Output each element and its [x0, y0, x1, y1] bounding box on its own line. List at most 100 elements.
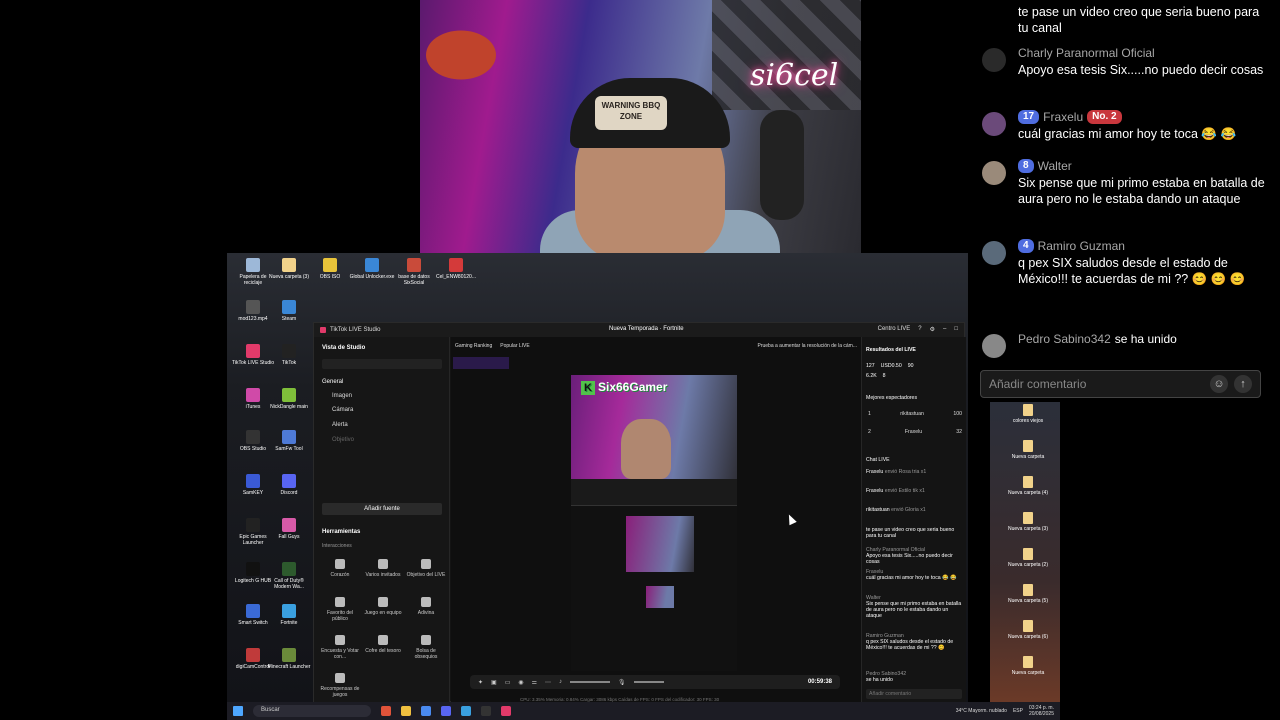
gaming-ranking-chip[interactable]: Gaming Ranking [455, 343, 492, 349]
studio-view-dropdown[interactable]: Vista de Studio [322, 345, 365, 351]
source-image[interactable]: Imagen [332, 393, 352, 399]
tool-item[interactable]: Bolsa de obsequios [406, 635, 446, 660]
desktop-icon[interactable]: Fall Guys [266, 518, 312, 540]
studio-comment-input[interactable]: Añadir comentario [866, 689, 962, 699]
avatar[interactable] [982, 48, 1006, 72]
promo-banner[interactable] [453, 357, 509, 369]
desktop-icon[interactable]: colores viejos [1000, 404, 1056, 424]
volume-icon[interactable]: ♪ [559, 679, 562, 685]
avatar[interactable] [982, 161, 1006, 185]
mic-icon[interactable]: 🎙 [618, 679, 626, 686]
desktop-icon[interactable]: Global Unlocker.exe [349, 258, 395, 280]
cap-badge-text: WARNING BBQ ZONE [595, 96, 667, 130]
desktop-icon[interactable]: Nueva carpeta [1000, 440, 1056, 460]
taskbar-search[interactable]: Buscar [253, 705, 371, 717]
desktop-icon[interactable]: Nueva carpeta (3) [266, 258, 312, 280]
resolution-hint[interactable]: Prueba a aumentar la resolución de la cá… [758, 343, 858, 349]
desktop-icon[interactable]: Nueva carpeta (6) [1000, 620, 1056, 640]
popular-live-chip[interactable]: Popular LIVE [500, 343, 529, 349]
top-viewer-row[interactable]: 2 Fraxelu 32 [868, 429, 962, 435]
send-arrow-icon[interactable]: ↑ [1234, 375, 1252, 393]
maximize-icon[interactable]: □ [954, 326, 958, 333]
desktop-icon[interactable]: Nueva carpeta (2) [1000, 548, 1056, 568]
volume-slider[interactable] [570, 681, 611, 683]
help-icon[interactable]: ? [918, 326, 921, 333]
tool-label: Encuesta y Votar con... [321, 648, 359, 660]
layout-toggle[interactable] [322, 359, 442, 369]
desktop-icon[interactable]: Nueva carpeta (4) [1000, 476, 1056, 496]
settings-icon[interactable]: ⚙ [930, 326, 935, 333]
desktop-icon[interactable]: Minecraft Launcher [266, 648, 312, 670]
top-viewer-row[interactable]: 1 rikitastuan 100 [868, 411, 962, 417]
desktop-icon[interactable]: Call of Duty® Modern Wa... [266, 562, 312, 590]
source-goal[interactable]: Objetivo [332, 437, 354, 443]
desktop-icon[interactable]: Nueva carpeta [1000, 656, 1056, 676]
tool-item[interactable]: Recompensas de juegos [320, 673, 360, 698]
desktop-icon[interactable]: Discord [266, 474, 312, 496]
scene-general[interactable]: General [322, 379, 343, 385]
desktop-icon[interactable]: Steam [266, 300, 312, 322]
stream-preview: K Six66Gamer [571, 375, 737, 671]
app-icon[interactable] [381, 706, 391, 716]
clock[interactable]: 03:24 p. m. 20/08/2025 [1029, 705, 1054, 717]
tool-item[interactable]: Objetivo del LIVE [406, 559, 446, 578]
money-count: USD0.50 [880, 363, 902, 369]
minimize-icon[interactable]: – [943, 326, 946, 333]
desktop-icon[interactable]: Nueva carpeta (5) [1000, 584, 1056, 604]
add-source-button[interactable]: Añadir fuente [322, 503, 442, 515]
gift-sender[interactable]: Fraxelu [866, 469, 885, 475]
tool-item[interactable]: Juego en equipo [363, 597, 403, 616]
language-indicator[interactable]: ESP [1013, 708, 1023, 714]
desktop-icon[interactable]: NickDangle main [266, 388, 312, 410]
layout-icon[interactable]: ▣ [491, 679, 497, 686]
comment-input[interactable]: Añadir comentario ☺ ↑ [980, 370, 1261, 398]
chat-username[interactable]: Walter [1038, 159, 1072, 173]
screen-root: WARNING BBQ ZONE si6cel te pase un video… [0, 0, 1280, 720]
neon-sign: si6cel [750, 58, 839, 93]
desktop-icon[interactable]: TikTok [266, 344, 312, 366]
emoji-icon[interactable]: ☺ [1210, 375, 1228, 393]
desktop-icon[interactable]: Fortnite [266, 604, 312, 626]
avatar[interactable] [982, 112, 1006, 136]
record-icon[interactable]: ◉ [518, 679, 523, 686]
discord-icon[interactable] [441, 706, 451, 716]
obs-icon[interactable] [481, 706, 491, 716]
mic-slider[interactable] [633, 681, 664, 683]
chrome-icon[interactable] [421, 706, 431, 716]
avatar[interactable] [982, 241, 1006, 265]
tool-item[interactable]: Varios invitados [363, 559, 403, 578]
tool-item[interactable]: Favorito del público [320, 597, 360, 622]
chat-text: cuál gracias mi amor hoy te toca 😂 😂 [1018, 127, 1237, 141]
tool-item[interactable]: Adivina [406, 597, 446, 616]
gift-sender[interactable]: Fraxelu [866, 488, 885, 494]
tool-item[interactable]: Encuesta y Votar con... [320, 635, 360, 660]
folder-icon[interactable] [401, 706, 411, 716]
desktop-icon[interactable]: Nueva carpeta (3) [1000, 512, 1056, 532]
desktop-icon[interactable]: SamFw Tool [266, 430, 312, 452]
chat-username[interactable]: Ramiro Guzman [1038, 239, 1125, 253]
windows-start-icon[interactable] [233, 706, 243, 716]
mini-chat-message: Fraxelu cuál gracias mi amor hoy te toca … [866, 569, 964, 581]
live-center-button[interactable]: Centro LIVE [878, 326, 911, 333]
magic-icon[interactable]: ✦ [478, 679, 483, 686]
more-icon[interactable]: ⋯ [545, 679, 551, 686]
app-icon [449, 258, 463, 272]
mixer-icon[interactable]: ⚌ [532, 679, 537, 686]
source-camera[interactable]: Cámara [332, 407, 353, 413]
tiktok-studio-icon[interactable] [501, 706, 511, 716]
tool-item[interactable]: Corazón [320, 559, 360, 578]
avatar[interactable] [982, 334, 1006, 358]
weather-text[interactable]: 34°C Mayorm. nublado [956, 708, 1007, 714]
desktop-icon[interactable]: OBS ISO [307, 258, 353, 280]
tool-item[interactable]: Cofre del tesoro [363, 635, 403, 654]
chat-username[interactable]: Pedro Sabino342 [1018, 332, 1111, 346]
screen-icon[interactable]: ▭ [505, 679, 511, 686]
gift-sender[interactable]: rikitastuan [866, 507, 891, 513]
chat-username[interactable]: Charly Paranormal Oficial [1018, 46, 1272, 60]
desktop-icon[interactable]: Cel_ENW80120... [433, 258, 479, 280]
source-alert[interactable]: Alerta [332, 422, 348, 428]
chat-username[interactable]: Fraxelu [1043, 110, 1083, 124]
store-icon[interactable] [461, 706, 471, 716]
stream-title[interactable]: Nueva Temporada · Fortnite [609, 326, 684, 332]
desktop-icon[interactable]: base de datos SixSocial [391, 258, 437, 286]
